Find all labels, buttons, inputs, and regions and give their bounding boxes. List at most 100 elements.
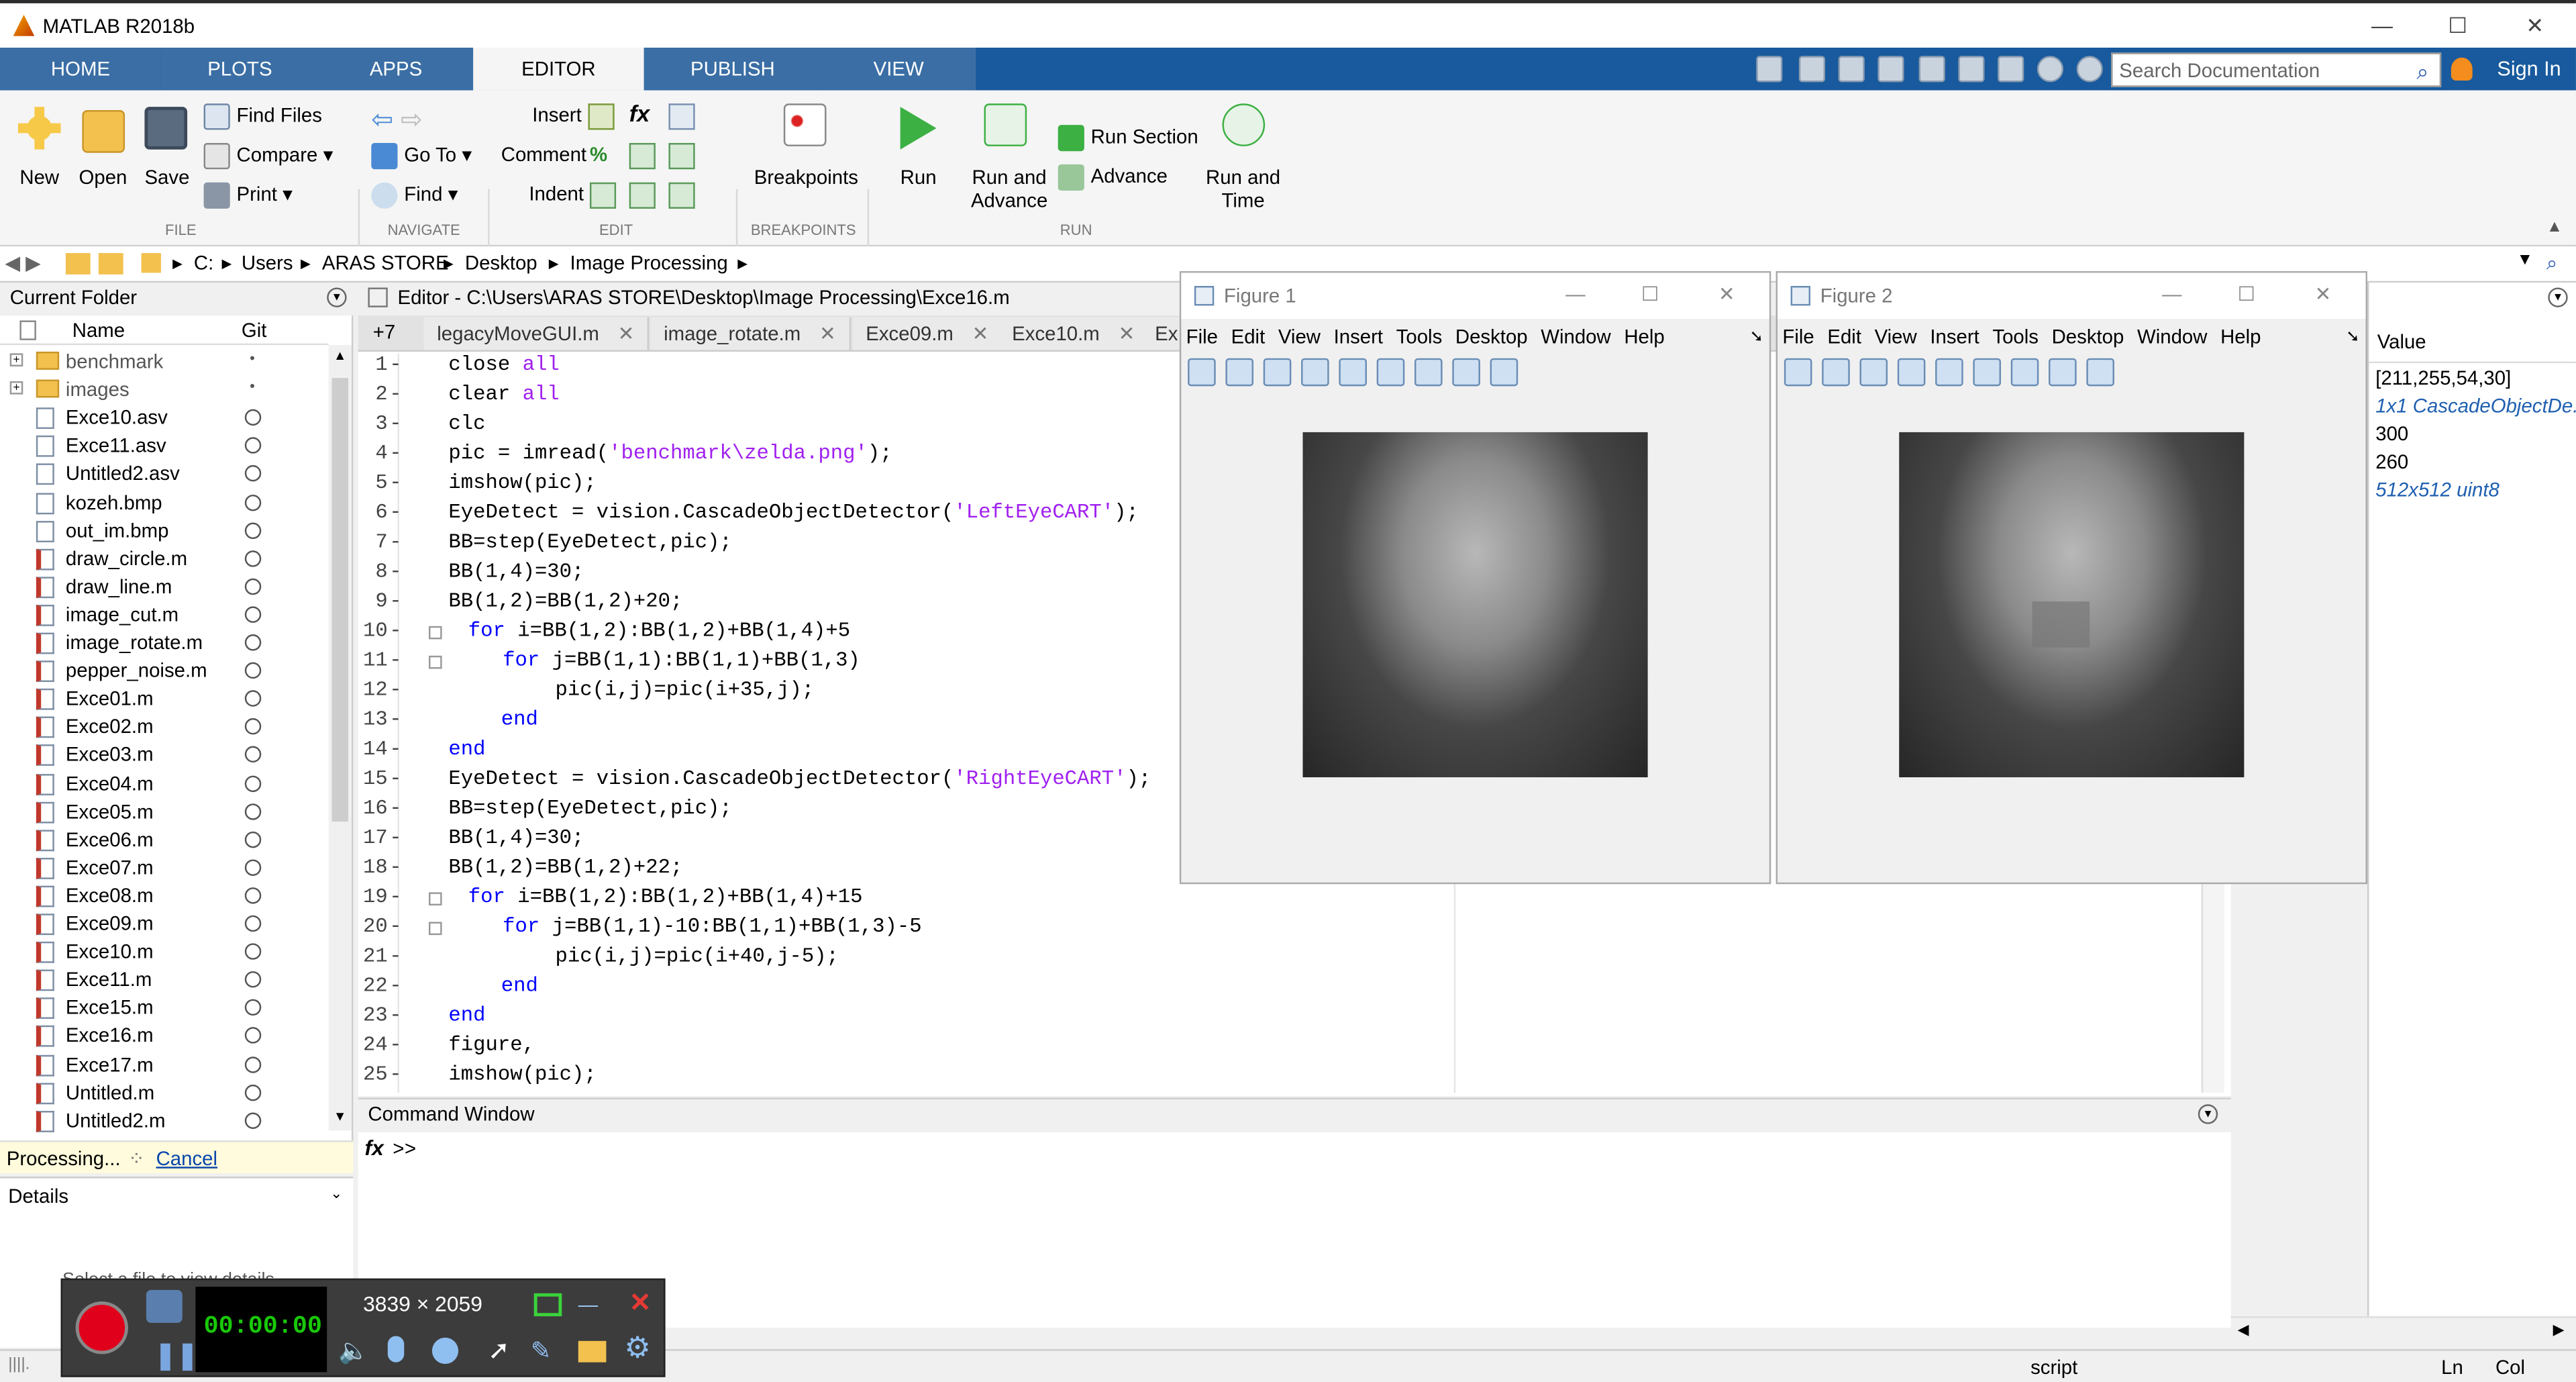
list-item[interactable]: Exce10.m	[0, 938, 329, 967]
tab-view[interactable]: VIEW	[821, 48, 976, 91]
breadcrumb-desktop[interactable]: Desktop	[465, 252, 537, 275]
menu-tools[interactable]: Tools	[1992, 326, 2039, 348]
open-file-icon[interactable]	[1822, 358, 1850, 387]
link-plot-icon[interactable]	[1935, 358, 1963, 387]
run-and-time-button[interactable]: Run and Time	[1206, 166, 1280, 212]
workspace-value[interactable]: 1x1 CascadeObjectDe...	[2375, 395, 2576, 417]
folder-scrollbar[interactable]: ▲ ▼	[328, 345, 352, 1131]
settings-gear-icon[interactable]: ⚙	[624, 1331, 651, 1365]
outdent-icon[interactable]	[668, 182, 695, 209]
editor-vscrollbar[interactable]	[2201, 884, 2224, 1093]
menu-file[interactable]: File	[1186, 326, 1218, 348]
webcam-icon[interactable]	[431, 1337, 459, 1365]
list-item[interactable]: + images •	[0, 377, 329, 405]
up-folder-icon[interactable]	[65, 253, 91, 275]
editor-tab-exce10[interactable]: Exce10.m ✕	[998, 317, 1150, 350]
close-tab-icon[interactable]: ✕	[618, 322, 635, 345]
menu-desktop[interactable]: Desktop	[2052, 326, 2124, 348]
smart-indent-icon[interactable]	[589, 182, 617, 209]
menu-edit[interactable]: Edit	[1827, 326, 1861, 348]
details-expand-icon[interactable]: ⌄	[330, 1185, 342, 1203]
print-button[interactable]: Print ▾	[203, 182, 293, 209]
close-icon[interactable]: ✕	[1718, 283, 1735, 305]
fx-icon[interactable]: fx	[365, 1136, 384, 1161]
workspace-value[interactable]: 300	[2375, 422, 2408, 445]
workspace-hscrollbar[interactable]: ◀ ▶	[2230, 1316, 2576, 1343]
advance-button[interactable]: Advance	[1058, 164, 1168, 191]
indent-icon[interactable]	[629, 182, 656, 209]
insert-colorbar-icon[interactable]	[1973, 358, 2002, 387]
breadcrumb-drive[interactable]: C:	[194, 252, 213, 275]
uncomment-icon[interactable]	[629, 143, 656, 170]
insert-label[interactable]: Insert	[532, 103, 581, 126]
find-files-button[interactable]: Find Files	[203, 103, 322, 130]
insert-colorbar-icon[interactable]	[1376, 358, 1405, 387]
save-button[interactable]: Save	[144, 166, 189, 189]
edit-plot-icon[interactable]	[2049, 358, 2077, 387]
comment-percent-icon[interactable]: %	[590, 143, 607, 166]
link-plot-icon[interactable]	[1339, 358, 1367, 387]
panel-actions-icon[interactable]: ▾	[327, 287, 347, 307]
scroll-thumb[interactable]	[331, 378, 349, 822]
find-button[interactable]: Find ▾	[371, 182, 458, 209]
list-item[interactable]: out_im.bmp	[0, 517, 329, 545]
list-item[interactable]: Exce16.m	[0, 1023, 329, 1051]
address-dropdown-icon[interactable]: ▼	[2517, 252, 2533, 270]
figure-2-window[interactable]: Figure 2 — ☐ ✕ File Edit View Insert Tools De…	[1775, 270, 2368, 885]
scroll-left-icon[interactable]: ◀	[2238, 1321, 2249, 1339]
run-button[interactable]: Run	[900, 166, 937, 189]
workspace-value[interactable]: [211,255,54,30]	[2375, 366, 2511, 389]
speaker-icon[interactable]: 🔈	[338, 1336, 369, 1366]
list-item[interactable]: Exce11.asv	[0, 433, 329, 461]
menu-desktop[interactable]: Desktop	[1455, 326, 1528, 348]
maximize-icon[interactable]: ☐	[2441, 13, 2474, 40]
details-title[interactable]: Details	[8, 1185, 68, 1207]
list-item[interactable]: Exce01.m	[0, 685, 329, 713]
list-item[interactable]: Exce02.m	[0, 713, 329, 742]
save-icon[interactable]	[1756, 56, 1783, 83]
editor-tab-exce09[interactable]: Exce09.m ✕	[852, 317, 1004, 350]
maximize-icon[interactable]: ☐	[2238, 283, 2255, 305]
breadcrumb-users[interactable]: Users	[242, 252, 293, 275]
undo-icon[interactable]	[1918, 56, 1945, 83]
new-tab-button[interactable]: +7	[373, 320, 396, 343]
list-item[interactable]: image_rotate.m	[0, 630, 329, 658]
close-tab-icon[interactable]: ✕	[972, 322, 989, 345]
close-recorder-icon[interactable]: ✕	[629, 1287, 652, 1320]
dock-arrow-icon[interactable]: ➘	[2346, 329, 2360, 347]
list-item[interactable]: Untitled2.asv	[0, 460, 329, 489]
scroll-down-icon[interactable]: ▼	[333, 1109, 346, 1124]
switch-windows-icon[interactable]	[1998, 56, 2024, 83]
tab-editor[interactable]: EDITOR	[473, 48, 644, 91]
browse-folder-icon[interactable]	[98, 253, 123, 275]
list-item[interactable]: Exce11.m	[0, 967, 329, 995]
run-and-advance-button[interactable]: Run and Advance	[971, 166, 1047, 212]
new-figure-icon[interactable]	[1188, 358, 1216, 387]
fold-icon[interactable]	[429, 655, 442, 669]
record-button[interactable]	[75, 1301, 128, 1354]
collapse-ribbon-icon[interactable]: ▲	[2546, 219, 2563, 237]
expand-icon[interactable]: +	[9, 381, 23, 395]
pause-icon[interactable]: ❚❚	[154, 1339, 199, 1372]
cancel-link[interactable]: Cancel	[156, 1147, 217, 1170]
folder-open-icon[interactable]	[578, 1340, 607, 1363]
tab-home[interactable]: HOME	[0, 48, 161, 91]
list-item[interactable]: pepper_noise.m	[0, 658, 329, 686]
sign-in-link[interactable]: Sign In	[2497, 58, 2561, 81]
insert-legend-icon[interactable]	[1414, 358, 1443, 387]
menu-insert[interactable]: Insert	[1334, 326, 1383, 348]
search-folder-icon[interactable]: ⌕	[2546, 252, 2557, 277]
menu-view[interactable]: View	[1278, 326, 1321, 348]
list-item[interactable]: kozeh.bmp	[0, 489, 329, 517]
dock-arrow-icon[interactable]: ➘	[1749, 329, 1763, 347]
menu-insert[interactable]: Insert	[1930, 326, 1979, 348]
editor-tab-ex[interactable]: Ex	[1145, 317, 1182, 350]
menu-window[interactable]: Window	[2137, 326, 2208, 348]
open-button[interactable]: Open	[79, 166, 127, 189]
print-figure-icon[interactable]	[1301, 358, 1329, 387]
indent-label[interactable]: Indent	[529, 183, 584, 205]
column-git[interactable]: Git	[242, 319, 267, 342]
list-item[interactable]: Exce08.m	[0, 882, 329, 910]
notification-icon[interactable]	[2451, 57, 2473, 81]
save-figure-icon[interactable]	[1859, 358, 1888, 387]
